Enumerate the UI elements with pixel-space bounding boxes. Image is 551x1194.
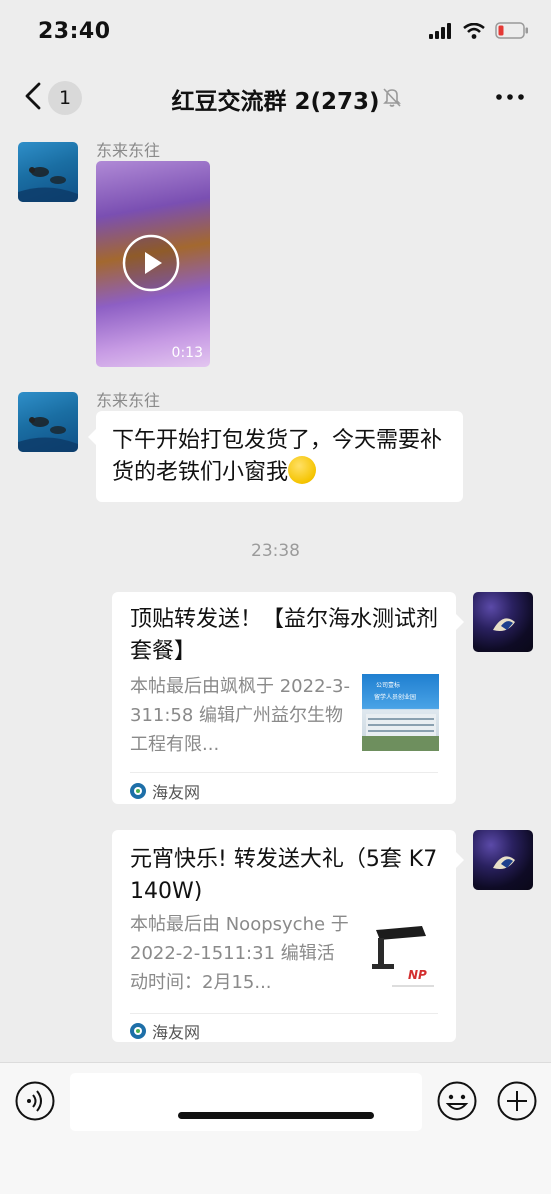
divider [130, 772, 438, 773]
lamp-product-image [372, 926, 434, 987]
sender-name: 东来东往 [96, 391, 161, 410]
site-logo-icon [130, 1023, 146, 1039]
link-card-description: 本帖最后由飒枫于 2022-3-311:58 编辑广州益尔生物工程有限... [130, 676, 350, 755]
battery-icon [495, 22, 528, 39]
link-card[interactable]: 顶贴转发送！【益尔海水测试剂套餐】 本帖最后由飒枫于 2022-3-311:58… [112, 592, 464, 804]
voice-icon[interactable] [15, 1081, 55, 1121]
input-bar [0, 1062, 551, 1194]
more-dots-icon[interactable] [495, 85, 525, 109]
avatar[interactable] [473, 830, 533, 890]
avatar[interactable] [473, 592, 533, 652]
video-message[interactable]: 0:13 [96, 161, 210, 367]
emoji-icon[interactable] [437, 1081, 477, 1121]
diver-avatar-image [18, 167, 78, 202]
link-card-title: 元宵快乐! 转发送大礼（5套 K7 140W) [130, 847, 438, 904]
link-card-description: 本帖最后由 Noopsyche 于 2022-2-1511:31 编辑活动时间：… [130, 914, 349, 993]
site-logo-icon [130, 783, 146, 799]
link-card-thumbnail: NP [362, 916, 439, 993]
plus-icon[interactable] [497, 1081, 537, 1121]
play-icon[interactable] [122, 234, 180, 292]
text-message-bubble[interactable]: 下午开始打包发货了，今天需要补货的老铁们小窗我 [88, 411, 463, 502]
source-name: 海友网 [152, 783, 201, 802]
message-text-content: 下午开始打包发货了，今天需要补货的老铁们小窗我 [112, 428, 443, 485]
status-icons [429, 22, 529, 39]
signal-icon [429, 22, 451, 39]
sender-name: 东来东往 [96, 141, 161, 160]
avatar[interactable] [18, 142, 78, 202]
link-card-source: 海友网 [130, 1019, 200, 1043]
brand-logo: NP [408, 968, 427, 982]
avatar[interactable] [18, 392, 78, 452]
chat-header: 1 红豆交流群 2(273) [0, 64, 551, 128]
message-input[interactable] [70, 1073, 422, 1131]
status-bar: 23:40 [0, 0, 551, 64]
link-card[interactable]: 元宵快乐! 转发送大礼（5套 K7 140W) 本帖最后由 Noopsyche … [112, 830, 464, 1043]
home-indicator [178, 1112, 374, 1119]
link-card-source: 海友网 [130, 779, 200, 803]
divider [130, 1013, 438, 1014]
diver-avatar-image [18, 417, 78, 452]
source-name: 海友网 [152, 1023, 201, 1042]
fish-avatar-image [493, 856, 515, 869]
fish-avatar-image [493, 618, 515, 631]
message-text: 下午开始打包发货了，今天需要补货的老铁们小窗我 [112, 425, 452, 488]
chat-timestamp: 23:38 [251, 541, 300, 561]
bell-off-icon [383, 88, 401, 107]
chat-title: 红豆交流群 2(273) [171, 89, 380, 115]
wifi-icon [463, 22, 485, 39]
link-card-thumbnail: 公司壹标 留学人员创业园 [362, 674, 439, 751]
thinking-face-emoji-icon [288, 456, 317, 484]
video-duration: 0:13 [171, 345, 203, 361]
status-time: 23:40 [38, 19, 111, 44]
link-card-title: 顶贴转发送！【益尔海水测试剂套餐】 [130, 607, 439, 664]
